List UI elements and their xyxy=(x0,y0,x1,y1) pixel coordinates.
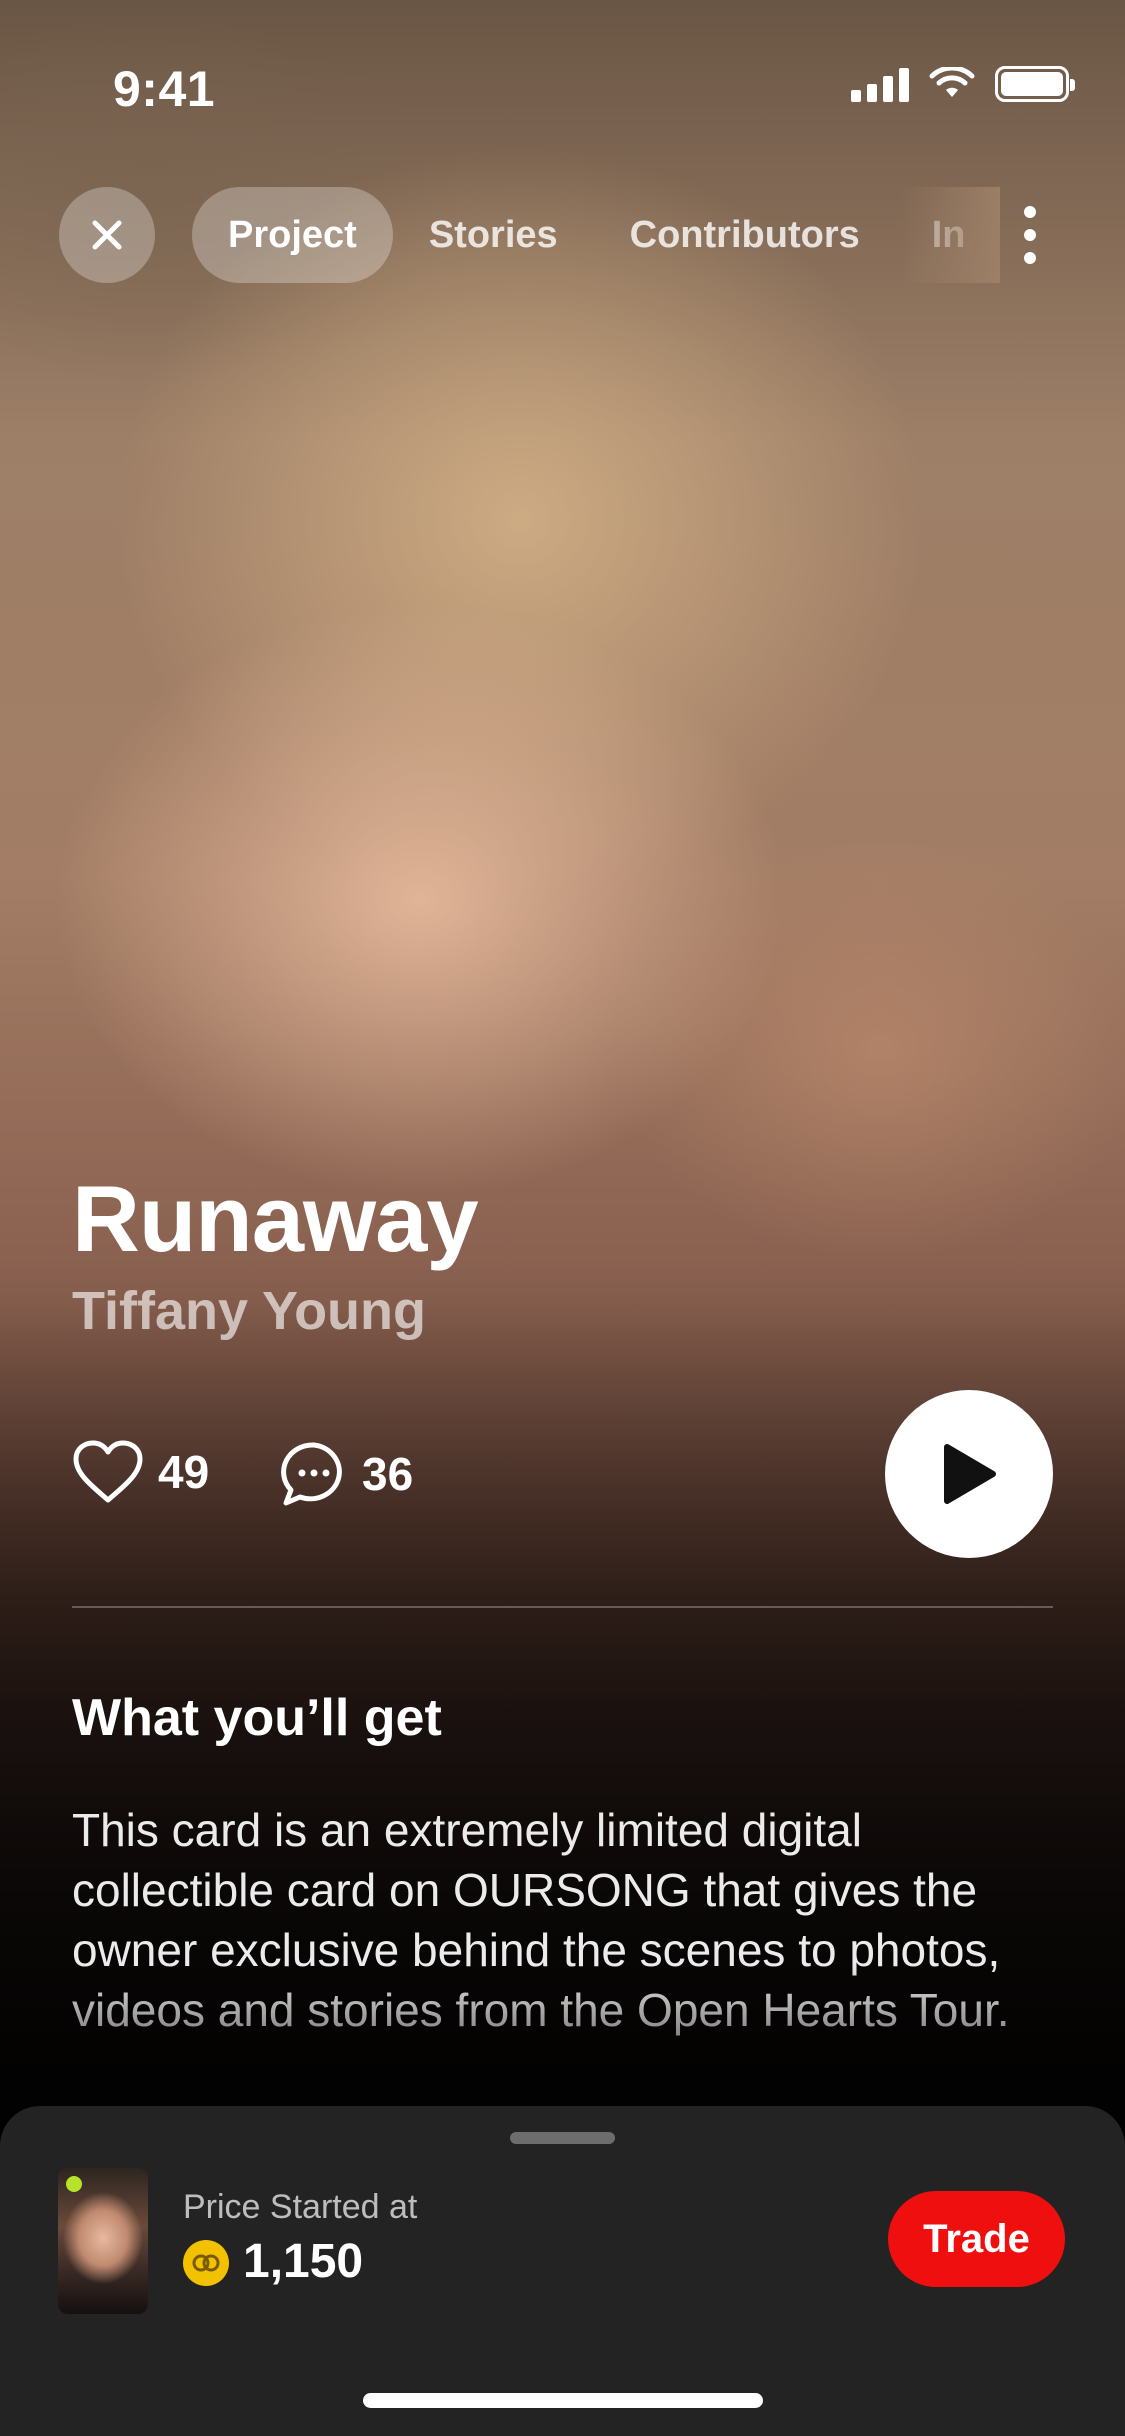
like-button[interactable]: 49 xyxy=(72,1440,209,1504)
status-badge xyxy=(66,2176,82,2192)
artist-name[interactable]: Tiffany Young xyxy=(72,1280,426,1342)
comment-count: 36 xyxy=(362,1448,414,1500)
section-title: What you’ll get xyxy=(72,1689,442,1747)
tab-contributors[interactable]: Contributors xyxy=(594,187,896,283)
heart-icon xyxy=(73,1440,143,1503)
divider xyxy=(72,1606,1053,1608)
trade-button[interactable]: Trade xyxy=(888,2191,1065,2287)
bottom-sheet: Price Started at 1,150 Trade xyxy=(0,2106,1125,2436)
status-bar: 9:41 xyxy=(0,0,1125,132)
song-title: Runaway xyxy=(72,1166,479,1271)
battery-icon xyxy=(995,66,1075,102)
play-button[interactable] xyxy=(885,1390,1053,1558)
tab-bar: Project Stories Contributors In xyxy=(192,187,992,283)
status-time: 9:41 xyxy=(113,61,216,117)
wifi-icon xyxy=(929,67,975,97)
description-text: This card is an extremely limited digita… xyxy=(72,1804,1010,2036)
signal-icon xyxy=(851,66,909,102)
tab-project[interactable]: Project xyxy=(192,187,393,283)
close-icon xyxy=(92,220,122,250)
price-value: 1,150 xyxy=(243,2235,364,2288)
home-indicator xyxy=(363,2393,763,2408)
price-label: Price Started at xyxy=(183,2188,418,2226)
tabs-fade xyxy=(900,187,1000,283)
more-vertical-icon[interactable] xyxy=(1000,190,1060,280)
play-icon xyxy=(944,1444,996,1504)
comment-button[interactable]: 36 xyxy=(280,1440,413,1508)
like-count: 49 xyxy=(158,1446,210,1498)
tab-stories[interactable]: Stories xyxy=(393,187,594,283)
comment-icon xyxy=(281,1442,342,1506)
coin-icon xyxy=(183,2240,229,2286)
sheet-grabber[interactable] xyxy=(510,2132,615,2144)
card-thumbnail[interactable] xyxy=(58,2168,148,2314)
close-button[interactable] xyxy=(59,187,155,283)
status-icons xyxy=(851,66,1075,102)
